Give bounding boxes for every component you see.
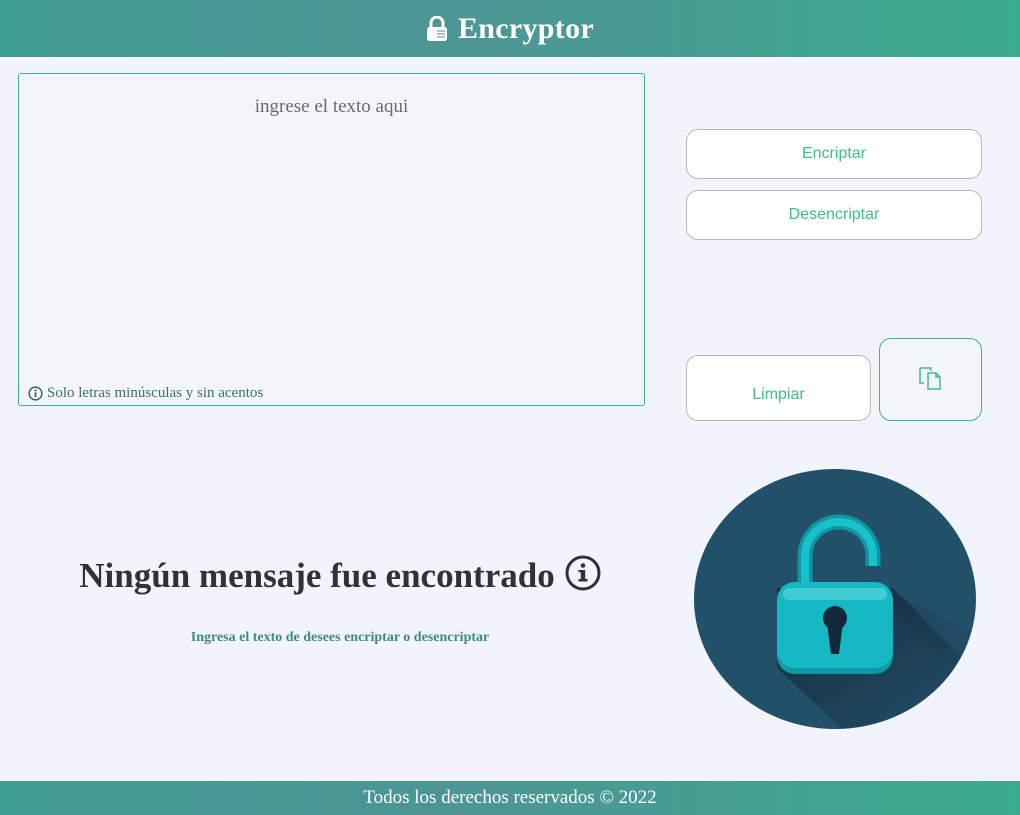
- clear-button[interactable]: Limpiar: [686, 355, 871, 421]
- open-padlock-illustration: [693, 468, 977, 735]
- header-brand: Encryptor: [426, 12, 594, 46]
- input-hint: Solo letras minúsculas y sin acentos: [28, 385, 263, 402]
- copy-button[interactable]: [879, 338, 982, 421]
- text-input[interactable]: [19, 74, 644, 374]
- copy-icon: [918, 365, 944, 396]
- info-icon: [565, 555, 601, 591]
- text-input-panel: Solo letras minúsculas y sin acentos: [18, 73, 645, 406]
- decrypt-button[interactable]: Desencriptar: [686, 190, 982, 240]
- app-header: Encryptor: [0, 0, 1020, 57]
- app-title: Encryptor: [457, 11, 594, 45]
- empty-message-subtitle: Ingresa el texto de desees encriptar o d…: [190, 630, 490, 645]
- lock-icon: [426, 15, 448, 42]
- encrypt-button[interactable]: Encriptar: [686, 129, 982, 179]
- empty-message-heading: Ningún mensaje fue encontrado: [79, 555, 601, 596]
- info-icon: [28, 386, 43, 401]
- empty-message-title: Ningún mensaje fue encontrado: [79, 556, 555, 595]
- footer-text: Todos los derechos reservados © 2022: [363, 787, 657, 808]
- input-hint-text: Solo letras minúsculas y sin acentos: [47, 385, 264, 401]
- empty-message-panel: Ningún mensaje fue encontrado Ingresa el…: [20, 555, 660, 646]
- app-footer: Todos los derechos reservados © 2022: [0, 781, 1020, 815]
